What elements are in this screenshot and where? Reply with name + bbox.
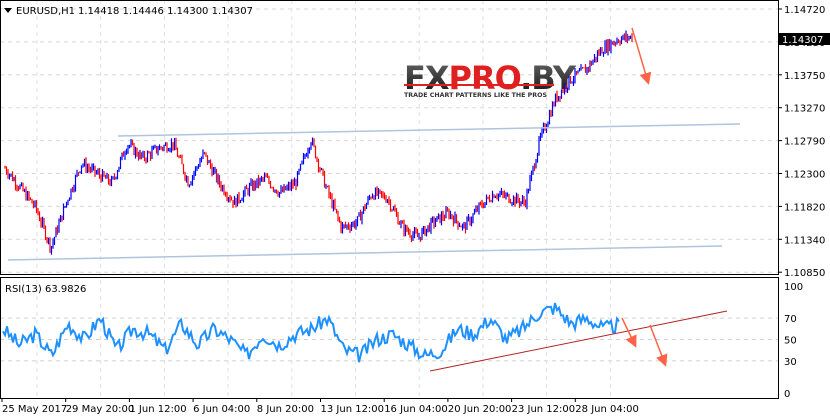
price-axis: 1.142301.137501.132701.127901.123001.118…	[778, 5, 825, 400]
watermark-logo: FXPRO.BY TRADE CHART PATTERNS LIKE THE P…	[404, 59, 578, 99]
price-tick-label: 1.12790	[784, 137, 825, 148]
price-tick-label: 1.11340	[784, 235, 825, 246]
current-price: 1.14307	[782, 35, 823, 46]
price-tick-label: 1.14720	[784, 5, 825, 16]
time-tick-label: 6 Jun 04:00	[193, 404, 250, 415]
rsi-line	[2, 302, 620, 363]
main-pane-frame	[0, 0, 779, 275]
upper-trendline[interactable]	[117, 123, 741, 137]
time-tick-label: 20 Jun 20:00	[448, 404, 512, 415]
price-tick-label: 1.13750	[784, 71, 825, 82]
rsi-tick-label: 30	[784, 357, 797, 368]
time-tick-label: 23 Jun 12:00	[512, 404, 576, 415]
rsi-trendline[interactable]	[429, 310, 728, 372]
time-tick-label: 25 May 2017	[2, 404, 67, 415]
time-tick-label: 13 Jun 12:00	[321, 404, 385, 415]
time-tick-label: 28 Jun 04:00	[575, 404, 639, 415]
lower-trendline[interactable]	[7, 245, 723, 261]
collapse-triangle-icon[interactable]	[4, 8, 12, 13]
symbol-label: EURUSD,H1	[16, 6, 75, 17]
time-tick-label: 29 May 20:00	[66, 404, 135, 415]
rsi-label: RSI(13) 63.9826	[5, 284, 86, 295]
svg-text:TRADE CHART PATTERNS LIKE THE: TRADE CHART PATTERNS LIKE THE PROS	[404, 92, 547, 99]
time-tick-label: 1 Jun 12:00	[129, 404, 186, 415]
time-axis: 25 May 201729 May 20:001 Jun 12:00 6 Jun …	[1, 398, 639, 415]
rsi-down-arrow-icon	[649, 324, 668, 367]
chart-canvas[interactable]: FXPRO.BY TRADE CHART PATTERNS LIKE THE P…	[0, 0, 830, 420]
rsi-tick-label: 100	[784, 282, 803, 293]
price-tick-label: 1.12300	[784, 170, 825, 181]
time-tick-label: 16 Jun 04:00	[384, 404, 448, 415]
price-tick-label: 1.10850	[784, 268, 825, 279]
down-arrow-icon	[631, 27, 652, 85]
time-tick-label: 8 Jun 20:00	[257, 404, 314, 415]
price-tick-label: 1.13270	[784, 104, 825, 115]
rsi-tick-label: 50	[784, 336, 797, 347]
rsi-pane-frame	[0, 277, 779, 399]
ohlc-label: 1.14418 1.14446 1.14300 1.14307	[78, 6, 253, 17]
rsi-tick-label: 0	[784, 389, 790, 400]
price-tick-label: 1.11820	[784, 202, 825, 213]
rsi-tick-label: 70	[784, 314, 797, 325]
